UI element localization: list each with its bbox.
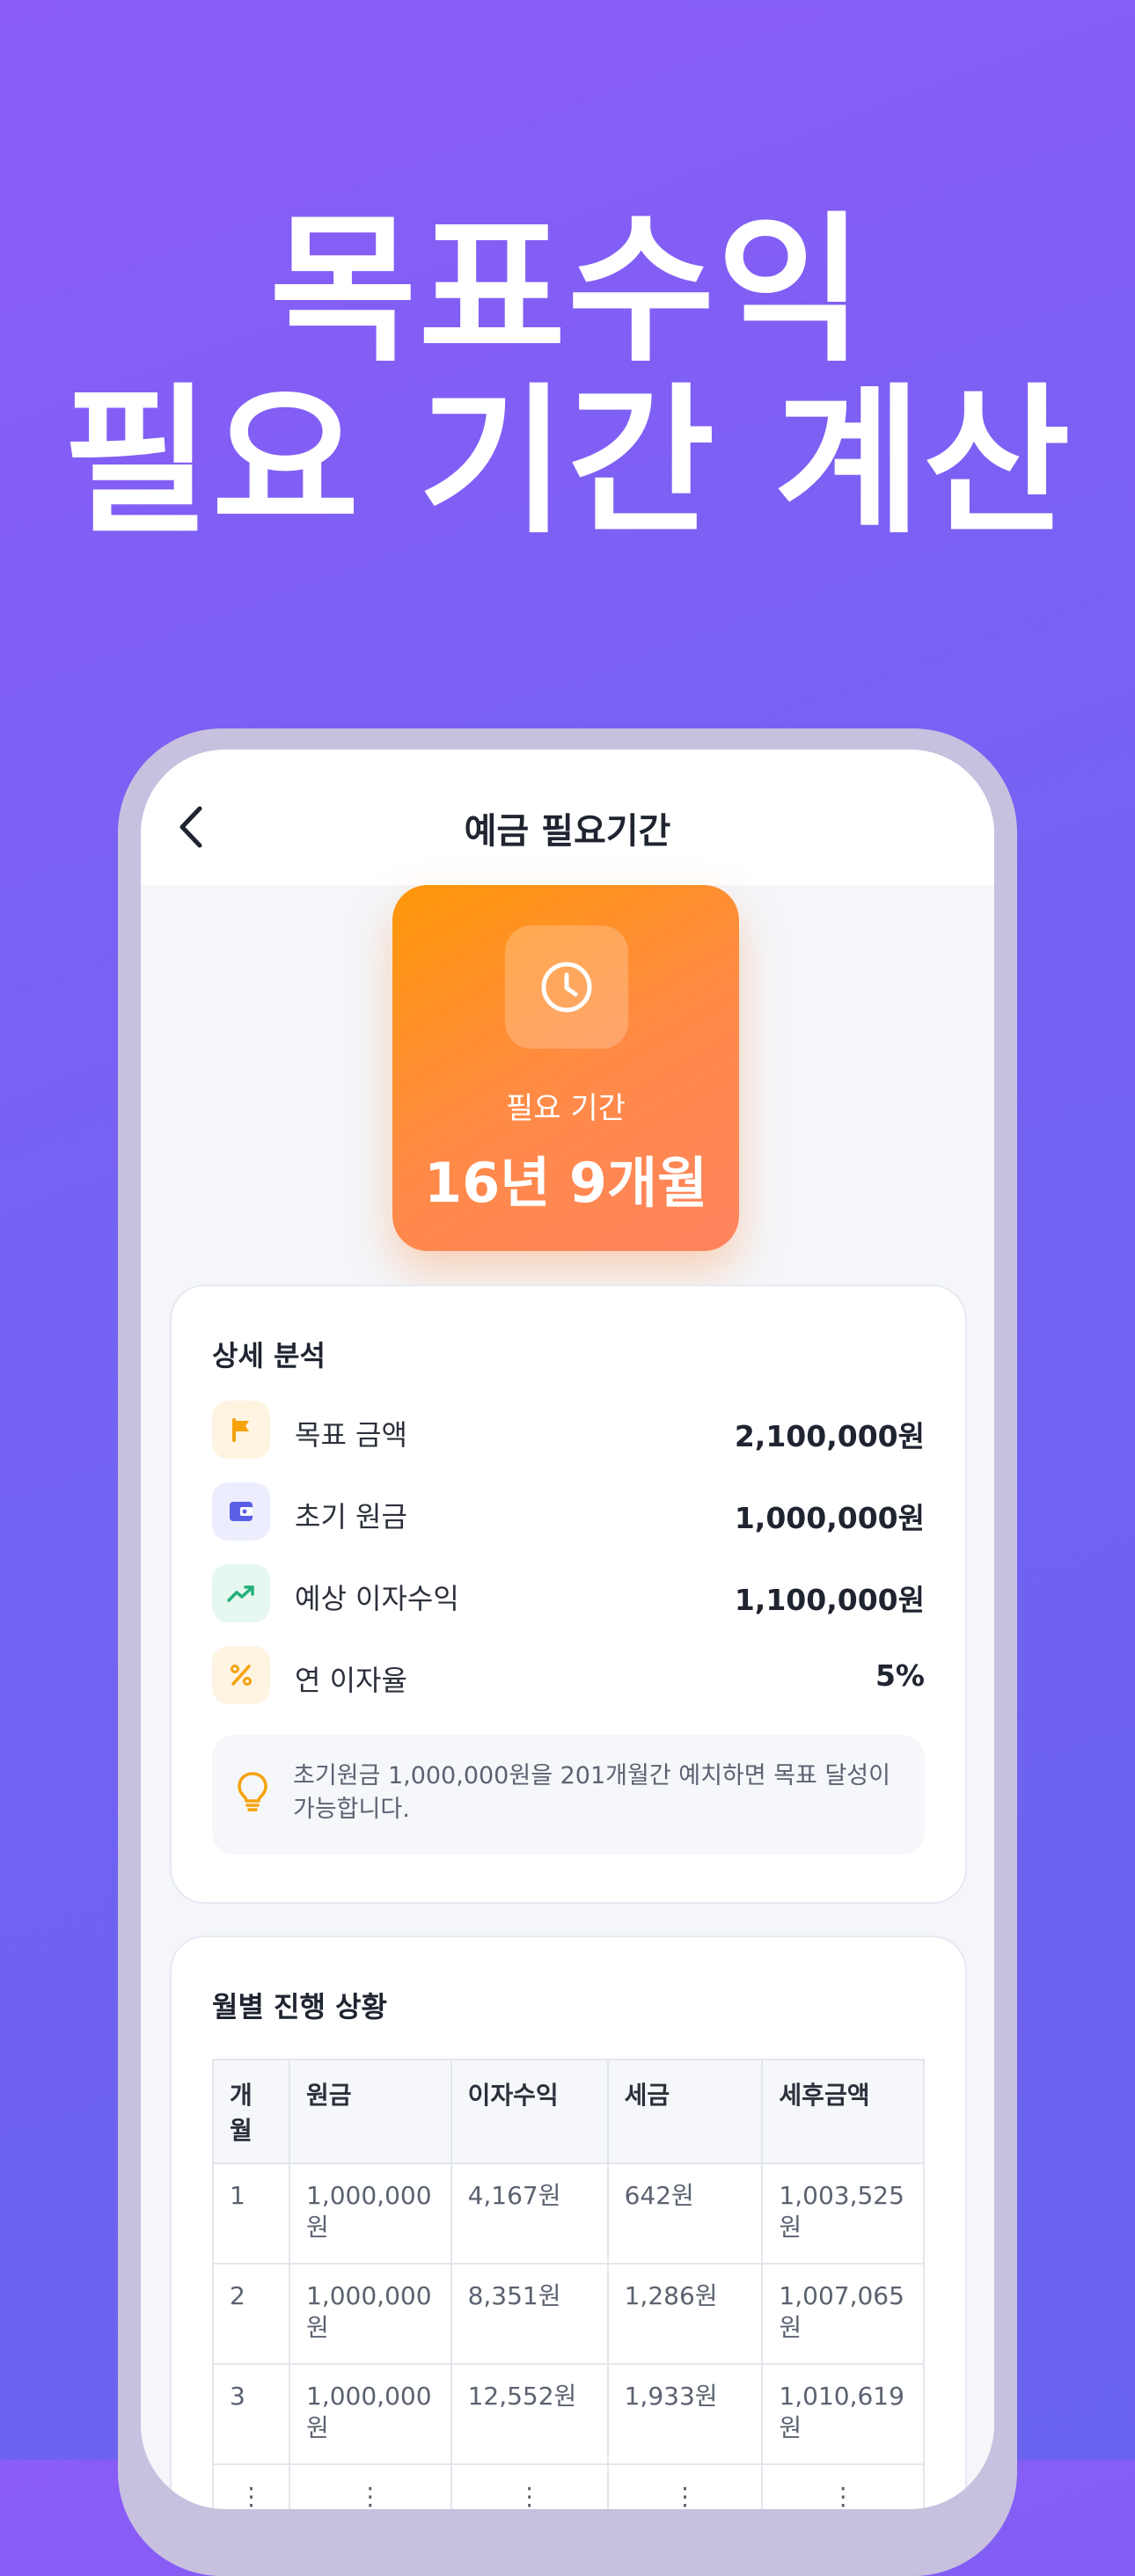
percent-icon [212,1646,270,1704]
table-cell: 2 [211,2263,291,2365]
table-cell: 1,286원 [606,2263,764,2365]
analysis-row-target: 목표 금액 2,100,000원 [212,1401,925,1462]
clock-icon-container [505,926,628,1049]
clock-icon [541,962,592,1013]
flag-icon [212,1401,270,1459]
row-value: 1,100,000원 [734,1583,925,1617]
row-label: 목표 금액 [295,1418,407,1452]
table-cell: ⋮ [606,2463,764,2509]
table-cell: ⋮ [450,2463,609,2509]
table-row: ⋮ ⋮ ⋮ ⋮ ⋮ [211,2463,925,2509]
table-cell: 3 [211,2363,291,2465]
analysis-row-principal: 초기 원금 1,000,000원 [212,1482,925,1544]
page-title: 예금 필요기간 [464,811,671,852]
table-row: 2 1,000,000원 8,351원 1,286원 1,007,065원 [211,2263,925,2365]
phone-screen: 예금 필요기간 필요 기간 16년 9개월 상세 분석 목표 금액 2,100,… [141,750,994,2509]
table-cell: 1,010,619원 [761,2363,925,2465]
required-period-value: 16년 9개월 [423,1151,708,1215]
trending-up-icon [212,1564,270,1622]
table-cell: 12,552원 [450,2363,609,2465]
table-header-row: 개월 원금 이자수익 세금 세후금액 [211,2059,925,2164]
table-cell: 1,933원 [606,2363,764,2465]
row-value: 1,000,000원 [734,1501,925,1535]
row-value: 2,100,000원 [734,1419,925,1453]
table-row: 3 1,000,000원 12,552원 1,933원 1,010,619원 [211,2363,925,2465]
table-header: 세금 [606,2059,764,2164]
table-cell: 1,000,000원 [289,2163,452,2265]
monthly-progress-card: 월별 진행 상황 개월 원금 이자수익 세금 세후금액 1 1,000,000원… [170,1936,967,2509]
analysis-row-interest: 예상 이자수익 1,100,000원 [212,1564,925,1626]
lightbulb-icon [238,1772,267,1811]
table-cell: ⋮ [289,2463,452,2509]
table-header: 개월 [211,2059,291,2164]
wallet-icon [212,1482,270,1540]
table-cell: ⋮ [761,2463,925,2509]
table-cell: 1,000,000원 [289,2263,452,2365]
table-header: 이자수익 [450,2059,609,2164]
required-period-label: 필요 기간 [506,1091,626,1126]
table-row: 1 1,000,000원 4,167원 642원 1,003,525원 [211,2163,925,2265]
table-cell: 1 [211,2163,291,2265]
table-header: 세후금액 [761,2059,925,2164]
required-period-card: 필요 기간 16년 9개월 [392,885,739,1251]
promo-headline-line1: 목표수익 [269,197,866,384]
table-cell: 1,003,525원 [761,2163,925,2265]
row-label: 예상 이자수익 [295,1582,459,1615]
analysis-row-rate: 연 이자율 5% [212,1646,925,1708]
table-header: 원금 [289,2059,452,2164]
row-value: 5% [875,1658,925,1693]
analysis-card: 상세 분석 목표 금액 2,100,000원 초기 원금 1,000,000원 … [170,1284,967,1904]
monthly-progress-title: 월별 진행 상황 [212,1990,387,2023]
table-cell: 1,000,000원 [289,2363,452,2465]
nav-bar: 예금 필요기간 [141,750,994,885]
monthly-progress-table: 개월 원금 이자수익 세금 세후금액 1 1,000,000원 4,167원 6… [211,2059,925,2509]
table-cell: ⋮ [211,2463,291,2509]
row-label: 초기 원금 [295,1500,407,1533]
table-cell: 1,007,065원 [761,2263,925,2365]
promo-headline-line2: 필요 기간 계산 [62,369,1073,555]
row-label: 연 이자율 [295,1664,407,1697]
table-cell: 4,167원 [450,2163,609,2265]
table-cell: 642원 [606,2163,764,2265]
tip-text: 초기원금 1,000,000원을 201개월간 예치하면 목표 달성이 가능합니… [293,1762,890,1823]
tip-box: 초기원금 1,000,000원을 201개월간 예치하면 목표 달성이 가능합니… [212,1735,925,1855]
analysis-title: 상세 분석 [212,1339,326,1372]
table-cell: 8,351원 [450,2263,609,2365]
